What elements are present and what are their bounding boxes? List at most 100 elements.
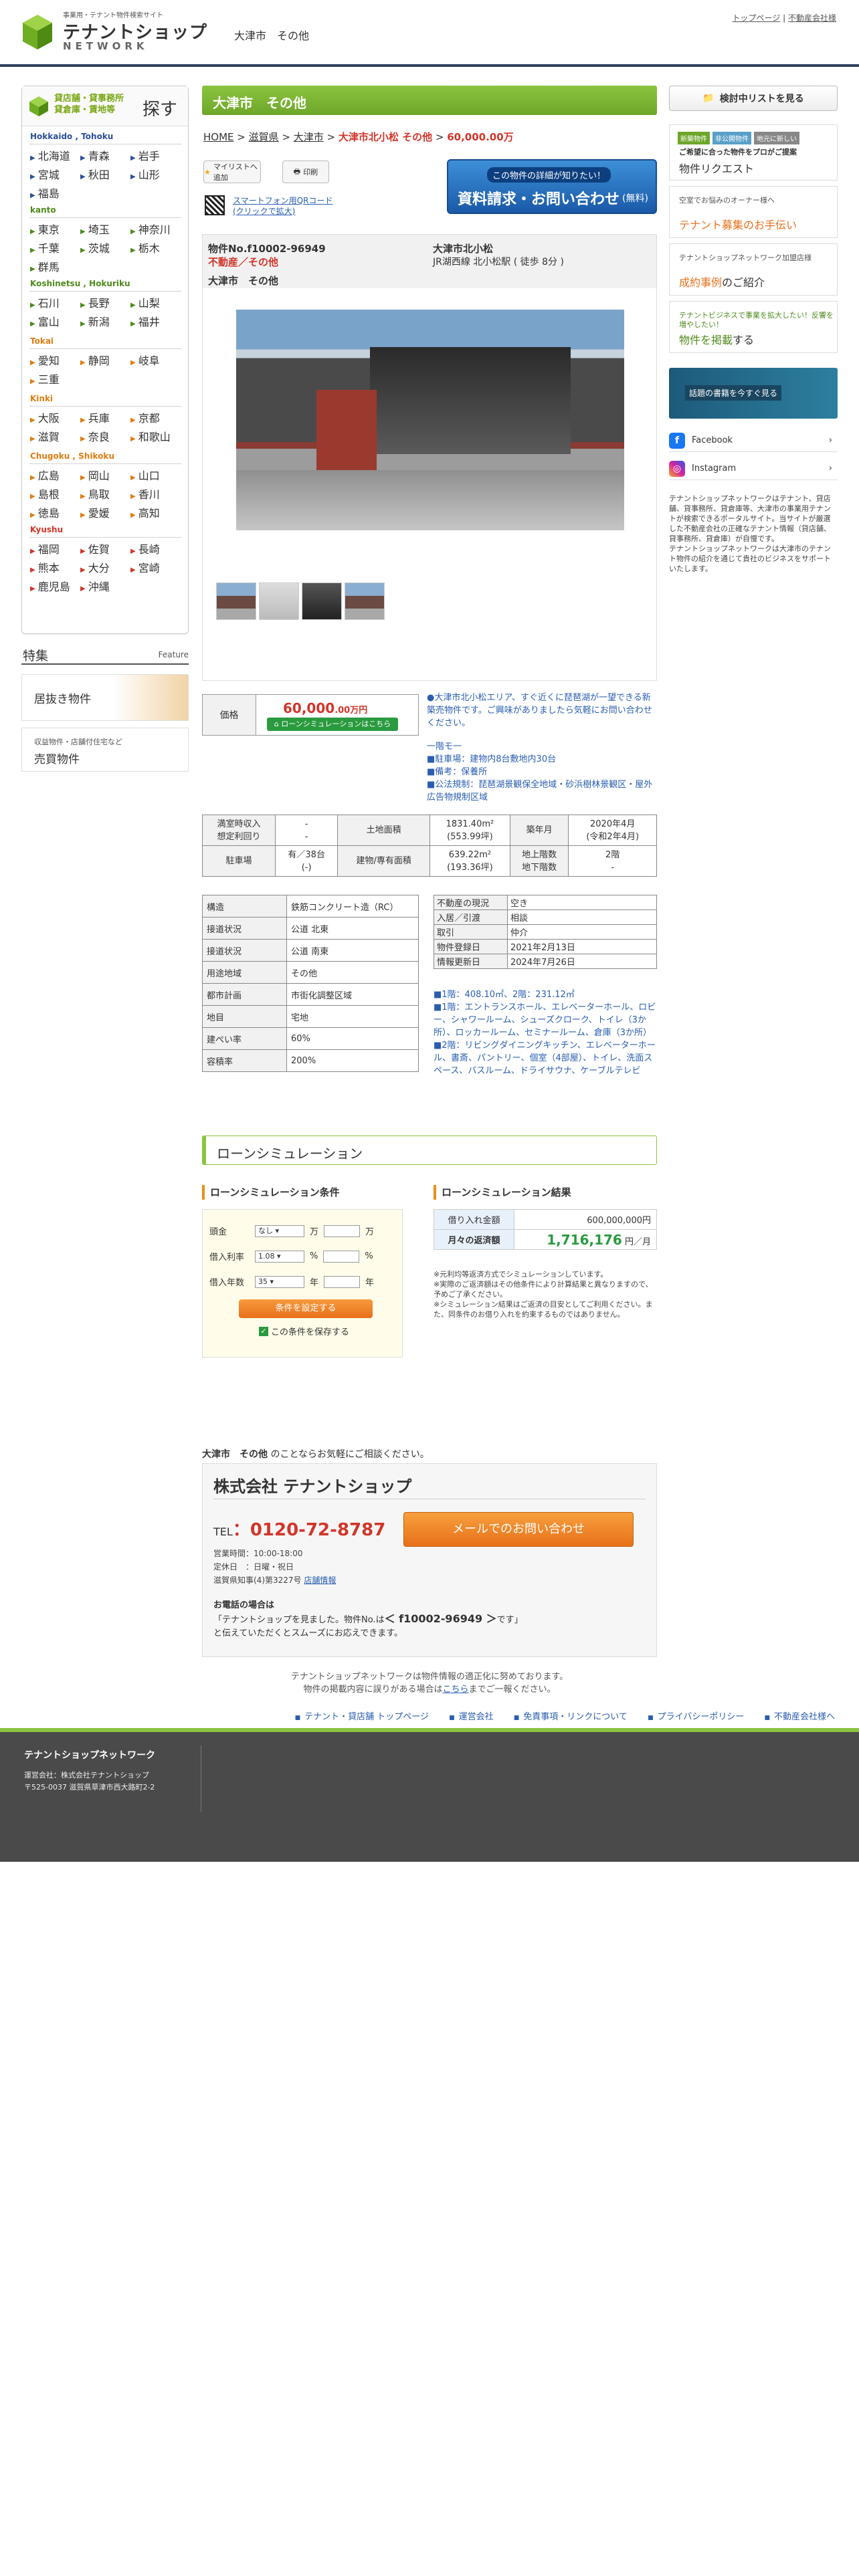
interest-rate-select[interactable]: 1.08 ▾ xyxy=(255,1250,304,1263)
logo-cube-icon[interactable] xyxy=(21,13,54,51)
list-property-card[interactable]: テナントビジネスで事業を拡大したい！反響を増やしたい！ 物件を掲載する xyxy=(669,301,838,353)
pref-link[interactable]: 新潟 xyxy=(80,313,130,329)
pref-link[interactable]: 広島 xyxy=(30,467,80,483)
table-row: 取引 仲介 xyxy=(434,924,657,940)
pref-link[interactable]: 青森 xyxy=(80,147,130,163)
qr-code-link[interactable]: スマートフォン用QRコード (クリックで拡大) xyxy=(233,195,332,217)
mail-inquiry-button[interactable]: メールでのお問い合わせ xyxy=(403,1512,634,1547)
pref-link[interactable]: 大阪 xyxy=(30,409,80,425)
pref-link[interactable]: 東京 xyxy=(30,221,80,237)
book-banner[interactable]: 話題の書籍を今すぐ見る xyxy=(669,368,838,419)
pref-link[interactable]: 神奈川 xyxy=(130,221,181,237)
pref-link[interactable]: 長崎 xyxy=(130,540,181,556)
document-request-button[interactable]: この物件の詳細が知りたい！ 資料請求・お問い合わせ (無料) xyxy=(447,159,657,214)
pref-link[interactable]: 石川 xyxy=(30,294,80,310)
top-page-link[interactable]: トップページ xyxy=(733,13,781,23)
photo-thumbnail[interactable] xyxy=(259,582,299,620)
store-info-link[interactable]: 店舗情報 xyxy=(304,1576,336,1585)
save-condition-checkbox[interactable]: ✓ この条件を保存する xyxy=(259,1325,349,1337)
pref-link[interactable]: 長野 xyxy=(80,294,130,310)
pref-link[interactable]: 北海道 xyxy=(30,147,80,163)
pref-link[interactable]: 静岡 xyxy=(80,352,130,368)
pref-link[interactable]: 秋田 xyxy=(80,166,130,182)
interest-rate-input[interactable] xyxy=(323,1250,360,1263)
pref-link[interactable]: 埼玉 xyxy=(80,221,130,237)
pref-link[interactable]: 和歌山 xyxy=(130,428,181,444)
photo-thumbnail[interactable] xyxy=(345,582,385,620)
pref-link[interactable]: 鳥取 xyxy=(80,486,130,502)
pref-link[interactable]: 山梨 xyxy=(130,294,181,310)
pref-link[interactable]: 奈良 xyxy=(80,428,130,444)
pref-link[interactable]: 愛媛 xyxy=(80,504,130,520)
pref-link[interactable]: 福岡 xyxy=(30,540,80,556)
pref-link[interactable]: 山口 xyxy=(130,467,181,483)
loan-years-input[interactable] xyxy=(324,1275,361,1288)
pref-link[interactable]: 岩手 xyxy=(130,147,181,163)
table-row: 物件登録日 2021年2月13日 xyxy=(434,939,657,954)
pref-link[interactable]: 栃木 xyxy=(130,239,181,255)
footer-link-top[interactable]: テナント・貸店舗 トップページ xyxy=(295,1712,429,1722)
pref-link[interactable]: 宮城 xyxy=(30,166,80,182)
pref-link[interactable]: 京都 xyxy=(130,409,181,425)
footer-link-disclaimer[interactable]: 免責事項・リンクについて xyxy=(514,1712,628,1722)
footer-link-realtor[interactable]: 不動産会社様へ xyxy=(764,1712,835,1722)
pref-link[interactable]: 沖縄 xyxy=(80,578,130,594)
contact-box: 株式会社 テナントショップ TEL：0120-72-8787 メールでのお問い合… xyxy=(202,1463,657,1657)
facebook-link[interactable]: f Facebook › xyxy=(669,429,838,452)
price-label: 価格 xyxy=(203,695,256,735)
pref-link[interactable]: 岡山 xyxy=(80,467,130,483)
pref-link[interactable]: 福島 xyxy=(30,185,80,201)
loan-years-row: 借入年数 35 ▾ 年 年 xyxy=(209,1275,375,1288)
footer-link-company[interactable]: 運営会社 xyxy=(449,1712,494,1722)
pref-link[interactable]: 山形 xyxy=(130,166,181,182)
property-main-photo[interactable] xyxy=(236,310,624,530)
feature-inuki-banner[interactable]: 居抜き物件 xyxy=(21,674,189,721)
down-payment-select[interactable]: なし ▾ xyxy=(255,1224,304,1237)
interest-rate-row: 借入利率 1.08 ▾ % % xyxy=(209,1250,373,1263)
pref-link[interactable]: 徳島 xyxy=(30,504,80,520)
loan-simulation-button[interactable]: ⌂ ローンシミュレーションはこちら xyxy=(267,718,398,731)
company-link[interactable]: 不動産会社様 xyxy=(788,13,836,23)
favorite-button[interactable]: ★ マイリストへ追加 xyxy=(203,160,261,183)
breadcrumb-prefecture[interactable]: 滋賀県 xyxy=(249,131,279,143)
photo-thumbnail[interactable] xyxy=(216,582,256,620)
pref-link[interactable]: 熊本 xyxy=(30,559,80,575)
pref-link[interactable]: 滋賀 xyxy=(30,428,80,444)
shortlist-button[interactable]: 📁 検討中リストを見る xyxy=(669,86,838,111)
pref-link[interactable]: 群馬 xyxy=(30,258,80,274)
phone-number[interactable]: TEL：0120-72-8787 xyxy=(213,1516,385,1541)
pref-link[interactable]: 宮崎 xyxy=(130,559,181,575)
feature-sale-banner[interactable]: 収益物件・店舗付住宅など 売買物件 xyxy=(21,728,189,772)
tenant-recruit-card[interactable]: 空室でお悩みのオーナー様へ テナント募集のお手伝い xyxy=(669,186,838,238)
breadcrumb-price: 60,000.00万 xyxy=(447,131,514,143)
pref-link[interactable]: 香川 xyxy=(130,486,181,502)
photo-thumbnail[interactable] xyxy=(302,582,342,620)
pref-link[interactable]: 千葉 xyxy=(30,239,80,255)
pref-link[interactable]: 岐阜 xyxy=(130,352,181,368)
pref-link[interactable]: 高知 xyxy=(130,504,181,520)
pref-link[interactable]: 愛知 xyxy=(30,352,80,368)
set-condition-button[interactable]: 条件を設定する xyxy=(239,1299,373,1318)
print-button[interactable]: 🖶 印刷 xyxy=(282,160,329,183)
spec-table-status: 不動産の現況 空き 入居／引渡 相談 取引 仲介 物件登録日 2021年2月13日 情報… xyxy=(434,895,657,969)
breadcrumb-home[interactable]: HOME xyxy=(203,131,234,143)
instagram-link[interactable]: ◎ Instagram › xyxy=(669,457,838,480)
success-case-card[interactable]: テナントショップネットワーク加盟店様 成約事例のご紹介 xyxy=(669,243,838,296)
pref-link[interactable]: 福井 xyxy=(130,313,181,329)
footer-link-privacy[interactable]: プライバシーポリシー xyxy=(648,1712,744,1722)
pref-link[interactable]: 島根 xyxy=(30,486,80,502)
pref-link[interactable]: 三重 xyxy=(30,370,80,387)
pref-link[interactable]: 富山 xyxy=(30,313,80,329)
breadcrumb-city[interactable]: 大津市 xyxy=(294,131,324,143)
pref-link[interactable]: 鹿児島 xyxy=(30,578,80,594)
loan-years-select[interactable]: 35 ▾ xyxy=(255,1275,304,1288)
site-header: 事業用・テナント物件検索サイト テナントショップ NETWORK 大津市 その他… xyxy=(0,0,859,67)
qr-code-icon[interactable] xyxy=(205,195,225,215)
pref-link[interactable]: 茨城 xyxy=(80,239,130,255)
property-request-card[interactable]: 新築物件 非公開物件 地元に新しい ご希望に合った物件をプロがご提案 物件リクエ… xyxy=(669,124,838,181)
pref-link[interactable]: 佐賀 xyxy=(80,540,130,556)
pref-link[interactable]: 兵庫 xyxy=(80,409,130,425)
report-error-link[interactable]: こちら xyxy=(442,1685,468,1695)
down-payment-input[interactable] xyxy=(324,1224,361,1237)
pref-link[interactable]: 大分 xyxy=(80,559,130,575)
